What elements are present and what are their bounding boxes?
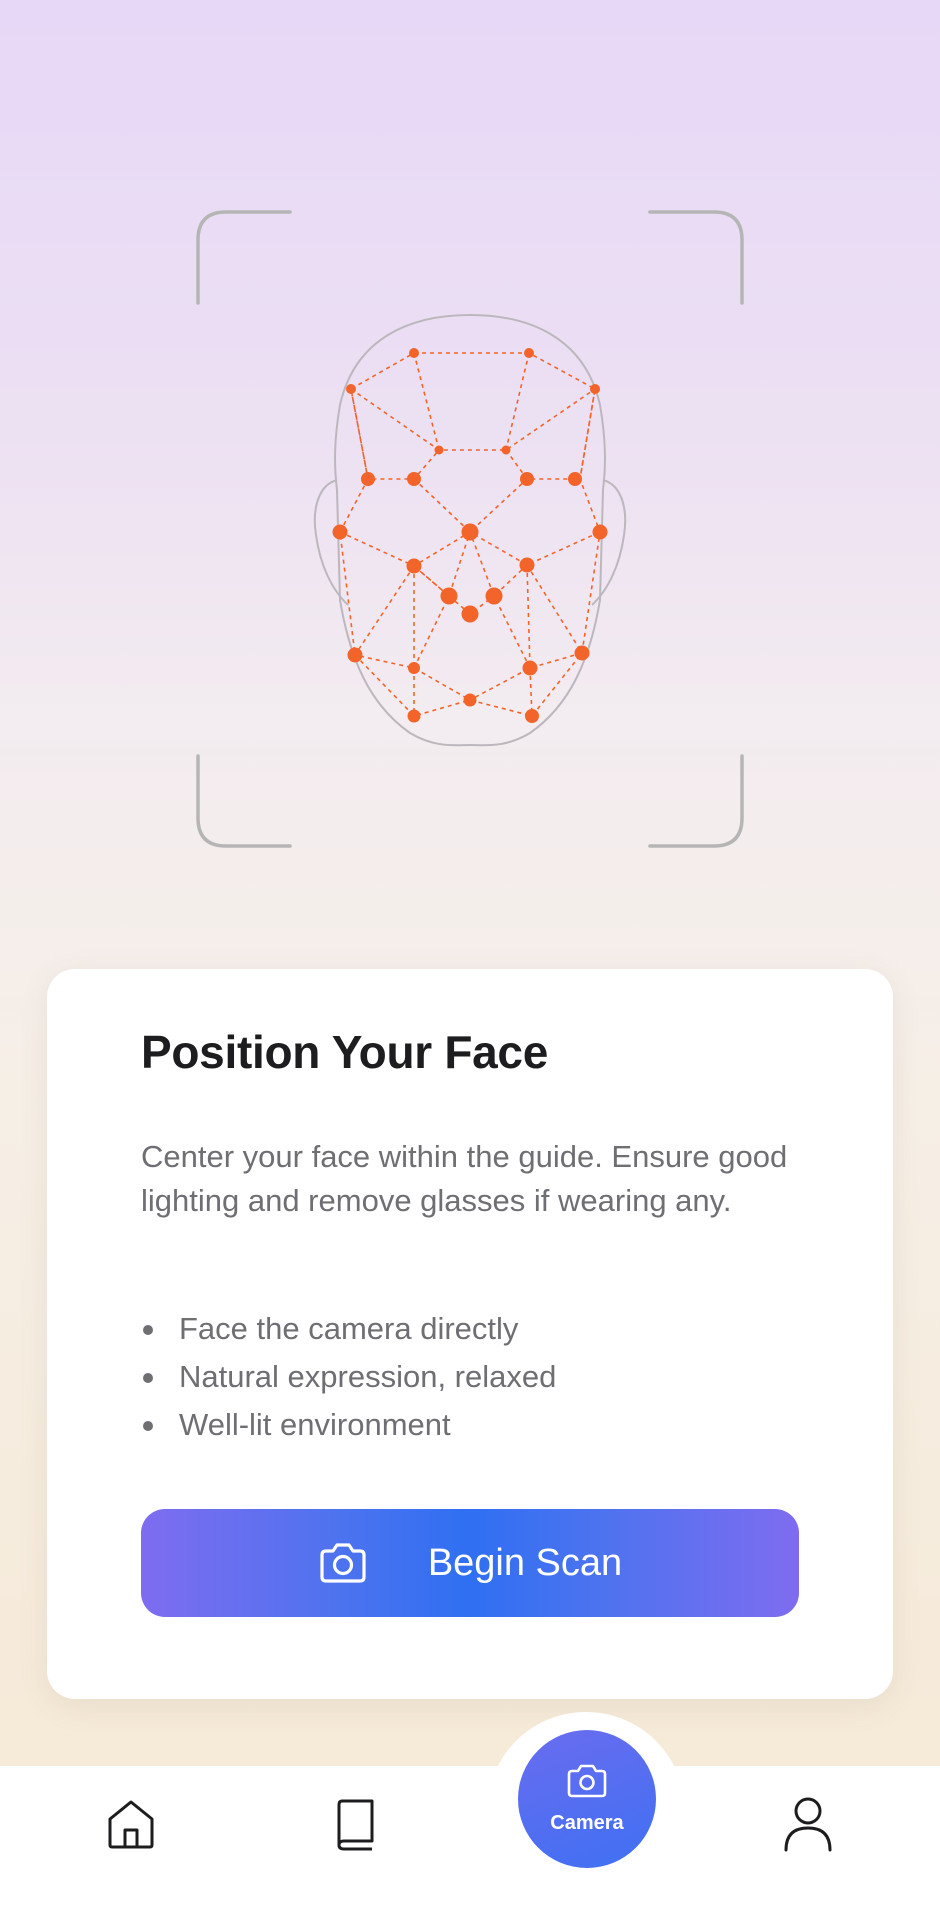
book-icon	[334, 1797, 378, 1856]
begin-scan-button[interactable]: Begin Scan	[141, 1509, 799, 1617]
nav-camera[interactable]: Camera	[518, 1730, 656, 1868]
camera-icon	[318, 1541, 368, 1585]
tip-item: Face the camera directly	[141, 1305, 556, 1353]
tip-item: Well-lit environment	[141, 1401, 556, 1449]
nav-home[interactable]	[101, 1796, 161, 1856]
begin-scan-label: Begin Scan	[427, 1541, 623, 1584]
home-icon	[104, 1797, 158, 1856]
camera-nav-label: Camera	[550, 1812, 624, 1834]
tips-list: Face the camera directly Natural express…	[141, 1305, 556, 1449]
card-title: Position Your Face	[141, 1026, 548, 1078]
tip-item: Natural expression, relaxed	[141, 1353, 556, 1401]
instructions-card: Position Your Face Center your face with…	[47, 969, 893, 1699]
nav-library[interactable]	[326, 1796, 386, 1856]
face-scan-area	[0, 0, 940, 900]
profile-icon	[783, 1795, 833, 1858]
nav-profile[interactable]	[778, 1796, 838, 1856]
face-scan-guide	[196, 210, 744, 848]
camera-icon	[566, 1763, 608, 1804]
card-description: Center your face within the guide. Ensur…	[141, 1139, 788, 1218]
